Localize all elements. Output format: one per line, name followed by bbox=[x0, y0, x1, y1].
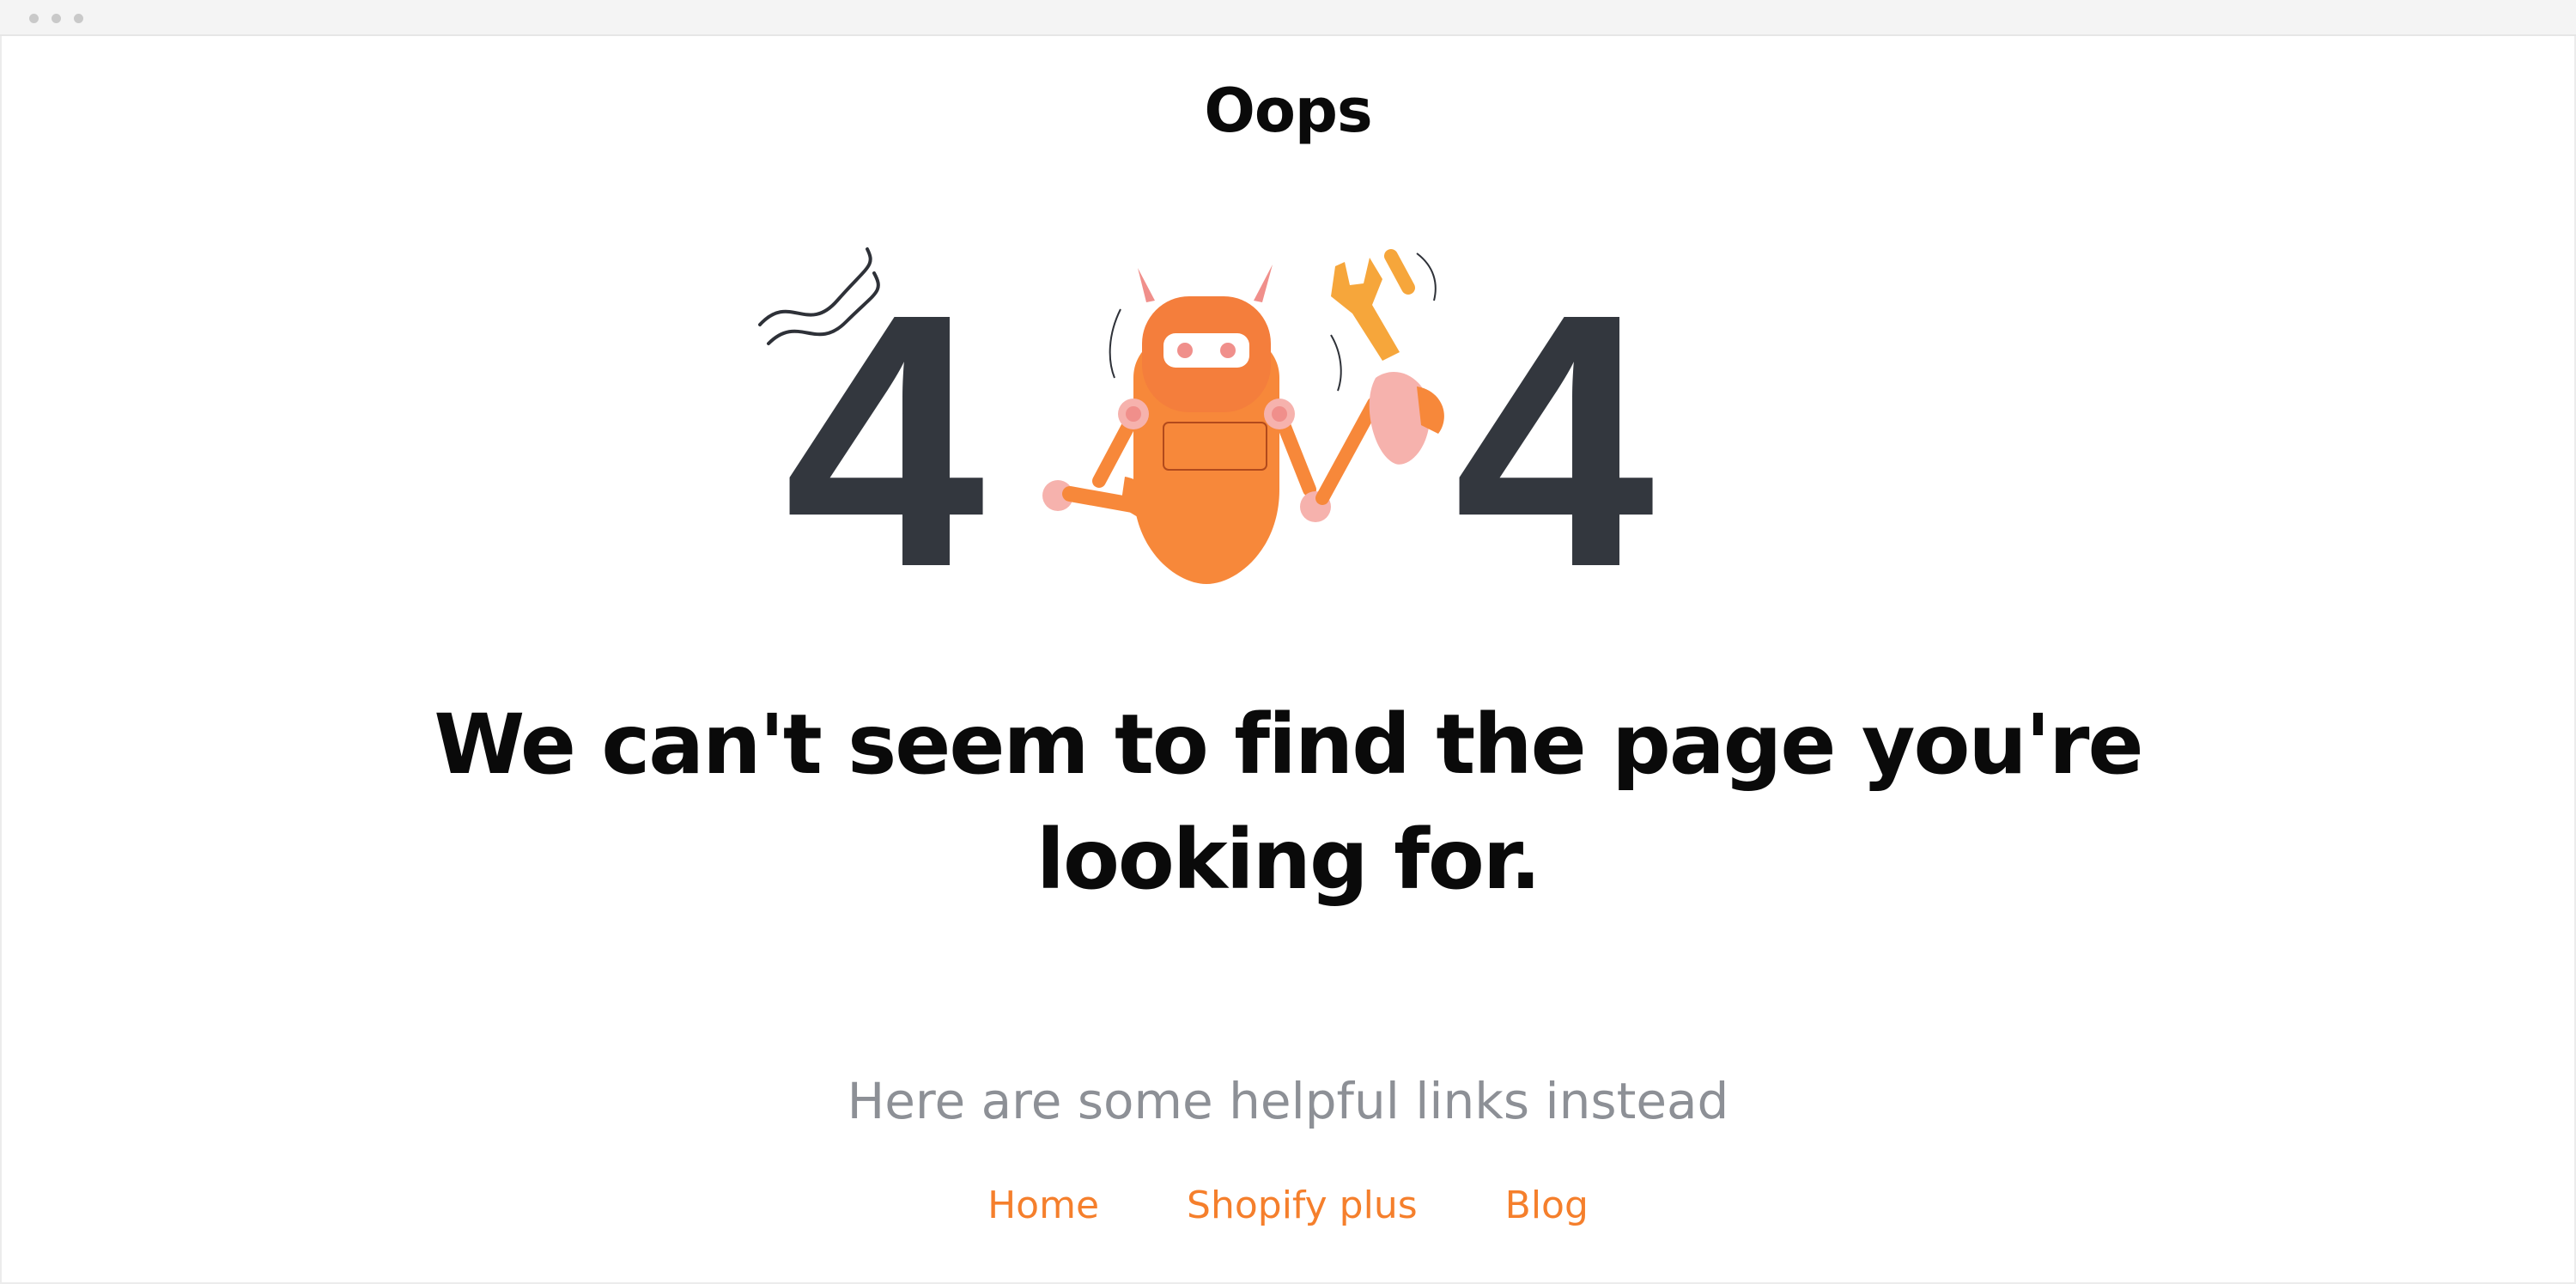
error-message: We can't seem to find the page you're lo… bbox=[0, 687, 2576, 917]
error-message-line-1: We can't seem to find the page you're bbox=[434, 697, 2143, 793]
error-message-line-2: looking for. bbox=[1036, 812, 1541, 908]
link-shopify-plus[interactable]: Shopify plus bbox=[1187, 1184, 1418, 1227]
window-dot-icon bbox=[74, 14, 83, 23]
browser-chrome bbox=[0, 0, 2576, 36]
window-dot-icon bbox=[52, 14, 61, 23]
helpful-links-heading: Here are some helpful links instead bbox=[847, 1072, 1729, 1130]
robot-illustration bbox=[1042, 249, 1444, 584]
helpful-links: Home Shopify plus Blog bbox=[0, 1184, 2576, 1227]
404-illustration: 4 4 bbox=[758, 240, 1656, 593]
link-home[interactable]: Home bbox=[987, 1184, 1099, 1227]
digit-right: 4 bbox=[1454, 240, 1656, 593]
window-dot-icon bbox=[29, 14, 39, 23]
page-title: Oops bbox=[1204, 76, 1372, 146]
link-blog[interactable]: Blog bbox=[1505, 1184, 1589, 1227]
digit-left: 4 bbox=[784, 240, 987, 593]
wrench-icon bbox=[1331, 249, 1415, 361]
